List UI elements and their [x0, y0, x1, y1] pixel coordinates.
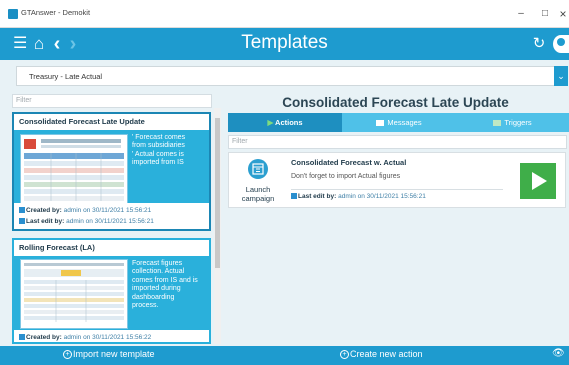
minimize-button[interactable]: –: [514, 8, 528, 20]
import-template-label: Import new template: [73, 349, 155, 359]
tab-label: Actions: [275, 118, 303, 127]
spreadsheet-preview-icon: [21, 135, 127, 203]
maximize-button[interactable]: □: [538, 8, 552, 20]
action-filter-placeholder: Filter: [232, 138, 248, 145]
description-line: imported from IS: [132, 159, 184, 167]
app-header: ☰ ⌂ ‹ › Templates ↻: [0, 28, 569, 60]
template-description: ' Forecast comes from subsidiaries ' Act…: [132, 134, 206, 168]
launch-campaign-icon[interactable]: [248, 159, 268, 179]
description-line: Forecast figures: [132, 260, 183, 267]
description-line: comes from IS and is: [132, 276, 198, 284]
close-button[interactable]: ×: [556, 8, 569, 20]
user-icon: [19, 334, 25, 341]
detail-tabs: ▶ Actions Messages Triggers: [228, 113, 569, 132]
bottom-toolbar: + Import new template + Create new action …: [0, 346, 569, 365]
template-meta: Created by: admin on 30/11/2021 15:56:22: [14, 330, 209, 342]
edited-value: admin on 30/11/2021 15:56:21: [338, 193, 426, 200]
create-action-button[interactable]: + Create new action: [340, 349, 423, 360]
template-description: Forecast figures collection. Actual come…: [132, 260, 206, 310]
play-icon: [532, 172, 547, 190]
template-thumbnail: [20, 134, 128, 204]
template-thumbnail: [20, 259, 128, 329]
created-label: Created by:: [26, 334, 62, 341]
template-card-title: Consolidated Forecast Late Update: [14, 114, 209, 130]
workflow-select[interactable]: Treasury - Late Actual ⌄: [16, 66, 568, 86]
spreadsheet-preview-icon: [21, 260, 127, 328]
scrollbar-thumb[interactable]: [215, 118, 220, 268]
description-line: from subsidiaries: [132, 142, 185, 150]
edited-label: Last edit by:: [298, 193, 337, 200]
user-icon: [19, 207, 25, 214]
created-label: Created by:: [26, 207, 62, 214]
import-template-button[interactable]: + Import new template: [63, 349, 155, 360]
chevron-down-icon[interactable]: ⌄: [554, 66, 568, 86]
created-value: admin on 30/11/2021 15:56:22: [63, 334, 152, 341]
description-line: ' Actual comes is: [132, 150, 184, 158]
page-title: Templates: [241, 32, 328, 53]
trigger-icon: [493, 120, 502, 127]
launch-label-line: Launch: [245, 185, 271, 194]
divider: [291, 189, 503, 190]
run-action-button[interactable]: [520, 163, 556, 199]
tab-messages[interactable]: Messages: [342, 113, 456, 132]
workflow-select-value: Treasury - Late Actual: [29, 72, 103, 81]
plus-circle-icon: +: [63, 350, 72, 360]
action-name: Consolidated Forecast w. Actual: [291, 158, 407, 167]
plus-circle-icon: +: [340, 350, 349, 360]
description-line: ' Forecast comes: [132, 134, 186, 141]
tab-label: Messages: [387, 118, 422, 127]
edited-label: Last edit by:: [26, 218, 65, 225]
message-icon: [376, 120, 385, 127]
tab-label: Triggers: [504, 118, 532, 127]
tab-actions[interactable]: ▶ Actions: [228, 113, 342, 132]
app-logo-icon: [8, 9, 18, 19]
refresh-icon[interactable]: ↻: [532, 34, 546, 54]
template-filter-input[interactable]: Filter: [12, 94, 212, 108]
play-small-icon: ▶: [267, 118, 274, 127]
edit-icon: [19, 218, 25, 225]
user-avatar[interactable]: [553, 35, 569, 53]
edit-icon: [291, 193, 297, 200]
description-line: imported during: [132, 285, 181, 293]
template-list-scrollbar[interactable]: [214, 108, 221, 344]
description-line: dashboarding: [132, 293, 175, 301]
window-title: GTAnswer - Demokit: [21, 8, 91, 17]
template-card-title: Rolling Forecast (LA): [14, 240, 209, 256]
created-value: admin on 30/11/2021 15:56:21: [63, 207, 152, 214]
window-titlebar: GTAnswer - Demokit – □ ×: [0, 0, 569, 28]
eye-icon[interactable]: 👁: [552, 348, 565, 359]
action-description: Don't forget to import Actual figures: [291, 173, 401, 180]
avatar-head-icon: [557, 38, 565, 46]
action-card[interactable]: Launch campaign Consolidated Forecast w.…: [228, 152, 566, 208]
tab-triggers[interactable]: Triggers: [456, 113, 569, 132]
launch-label-line: campaign: [241, 194, 275, 203]
template-card-rolling[interactable]: Rolling Forecast (LA) Forecast figures c…: [12, 238, 211, 344]
template-meta: Created by: admin on 30/11/2021 15:56:21…: [14, 203, 209, 229]
selected-template-title: Consolidated Forecast Late Update: [282, 95, 509, 110]
template-card-consolidated[interactable]: Consolidated Forecast Late Update ' Fore…: [12, 112, 211, 231]
create-action-label: Create new action: [350, 349, 423, 359]
description-line: process.: [132, 302, 159, 310]
calendar-icon: [252, 163, 264, 175]
edited-value: admin on 30/11/2021 15:56:21: [66, 218, 154, 225]
template-filter-placeholder: Filter: [16, 97, 32, 104]
action-edit-meta: Last edit by: admin on 30/11/2021 15:56:…: [291, 193, 426, 200]
action-filter-input[interactable]: Filter: [228, 135, 567, 149]
launch-campaign-label[interactable]: Launch campaign: [232, 185, 284, 203]
description-line: collection. Actual: [132, 268, 185, 276]
